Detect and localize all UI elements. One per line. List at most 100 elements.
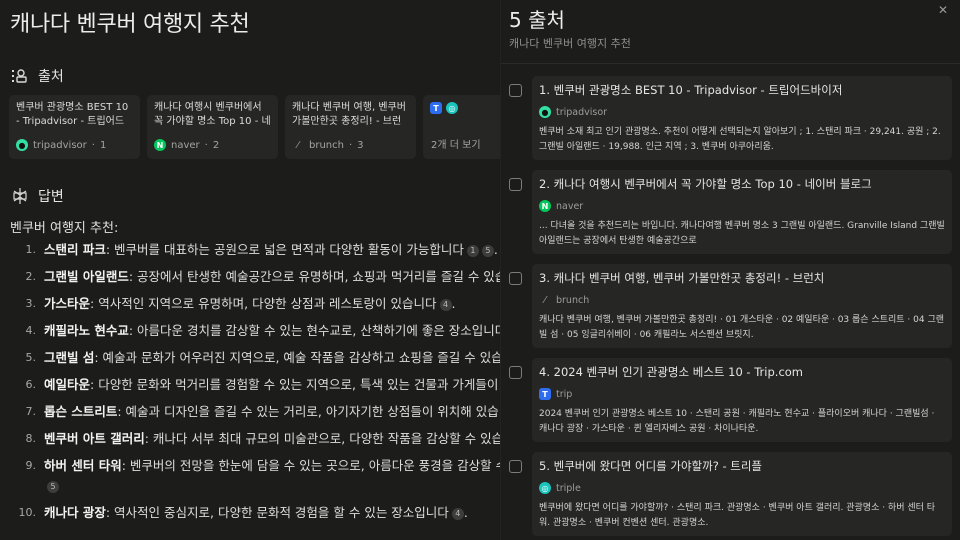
source-card[interactable]: 캐나다 벤쿠버 여행, 벤쿠버 가볼만한곳 총정리! - 브런치 ⁄ brunch… xyxy=(285,95,416,159)
list-item-body: 가스타운: 역사적인 지역으로 유명하며, 다양한 상점과 레스토랑이 있습니다… xyxy=(44,294,500,314)
tripadvisor-icon: ● xyxy=(16,139,28,151)
result-title[interactable]: 2. 캐나다 여행시 벤쿠버에서 꼭 가야할 명소 Top 10 - 네이버 블… xyxy=(539,176,945,192)
citation-badge[interactable]: 4 xyxy=(451,508,464,520)
tripcom-icon: T xyxy=(539,388,551,400)
list-number: 6. xyxy=(25,378,37,391)
result-row: 5. 벤쿠버에 왔다면 어디를 가야할까? - 트리플 ◎ triple 벤쿠버에 왔… xyxy=(501,452,960,536)
list-item: 6. 예일타운: 다양한 문화와 먹거리를 경험할 수 있는 지역으로, 특색 있… xyxy=(0,375,501,395)
place-description: : 예술과 디자인을 즐길 수 있는 거리로, 아기자기한 상점들이 위치해 있… xyxy=(117,404,500,419)
place-name: 하버 센터 타워 xyxy=(44,458,122,473)
result-site: tripadvisor xyxy=(556,106,608,118)
place-name: 캐나다 광장 xyxy=(44,505,106,520)
sources-heading: 출처 xyxy=(12,66,64,86)
place-description: : 다양한 문화와 먹거리를 경험할 수 있는 지역으로, 특색 있는 건물과 … xyxy=(90,377,500,392)
list-number: 8. xyxy=(25,432,37,445)
place-description: : 역사적인 중심지로, 다양한 문화적 경험을 할 수 있는 장소입니다 xyxy=(105,505,449,520)
place-name: 스탠리 파크 xyxy=(44,242,106,257)
list-item: 3. 가스타운: 역사적인 지역으로 유명하며, 다양한 상점과 레스토랑이 있습… xyxy=(0,294,500,314)
result-title[interactable]: 1. 벤쿠버 관광명소 BEST 10 - Tripadvisor - 트립어드… xyxy=(539,82,945,98)
answer-intro: 벤쿠버 여행지 추천: xyxy=(10,221,119,236)
result-card[interactable]: 4. 2024 벤쿠버 인기 관광명소 베스트 10 - Trip.com Ttr… xyxy=(532,358,952,442)
list-item-body: 캐나다 광장: 역사적인 중심지로, 다양한 문화적 경험을 할 수 있는 장소… xyxy=(44,503,500,523)
source-card-title: 캐나다 벤쿠버 여행, 벤쿠버 가볼만한곳 총정리! - 브런치 xyxy=(292,102,406,127)
list-number: 3. xyxy=(25,297,37,310)
result-source: ⁄ brunch xyxy=(539,294,945,306)
list-item-body: 롭슨 스트리트: 예술과 디자인을 즐길 수 있는 거리로, 아기자기한 상점들… xyxy=(44,402,500,422)
answer-heading: 답변 xyxy=(12,186,64,206)
result-snippet: ... 다녀올 것을 추천드리는 바입니다. 캐나다여행 벤쿠버 명소 3 그랜… xyxy=(539,221,945,246)
place-description: : 예술과 문화가 어우러진 지역으로, 예술 작품을 감상하고 쇼핑을 즐길 … xyxy=(94,350,500,365)
place-name: 그랜빌 아일랜드 xyxy=(44,269,129,284)
list-item: 9. 하버 센터 타워: 벤쿠버의 전망을 한눈에 담을 수 있는 곳으로, 아름… xyxy=(0,456,500,496)
answer-heading-label: 답변 xyxy=(38,189,64,205)
panel-title: 5 출처 xyxy=(509,8,565,32)
answer-logo-icon xyxy=(12,188,28,204)
result-checkbox[interactable] xyxy=(509,84,522,97)
triple-icon: ◎ xyxy=(446,102,458,114)
list-item-body: 예일타운: 다양한 문화와 먹거리를 경험할 수 있는 지역으로, 특색 있는 … xyxy=(44,375,500,395)
list-number: 9. xyxy=(25,459,37,472)
result-checkbox[interactable] xyxy=(509,178,522,191)
result-source: ◎ triple xyxy=(539,482,945,494)
citation-badge[interactable]: 5 xyxy=(47,481,59,493)
result-checkbox[interactable] xyxy=(509,272,522,285)
result-card[interactable]: 2. 캐나다 여행시 벤쿠버에서 꼭 가야할 명소 Top 10 - 네이버 블… xyxy=(532,170,952,254)
result-snippet: 벤쿠버에 왔다면 어디를 가야할까? · 스탠리 파크. 관광명소 · 벤쿠버 … xyxy=(539,503,936,528)
list-item-body: 하버 센터 타워: 벤쿠버의 전망을 한눈에 담을 수 있는 곳으로, 아름다운… xyxy=(44,456,500,496)
source-card-site: tripadvisor xyxy=(33,139,87,151)
result-checkbox[interactable] xyxy=(509,460,522,473)
place-description: : 벤쿠버를 대표하는 공원으로 넓은 면적과 다양한 활동이 가능합니다 xyxy=(105,242,464,257)
naver-icon: N xyxy=(154,139,166,151)
result-site: triple xyxy=(556,482,581,494)
more-sources-label: 2개 더 보기 xyxy=(431,140,481,151)
place-name: 예일타운 xyxy=(44,377,91,392)
triple-icon: ◎ xyxy=(539,482,551,494)
close-icon[interactable]: ✕ xyxy=(938,4,950,16)
panel-divider xyxy=(501,63,960,64)
place-name: 벤쿠버 아트 갤러리 xyxy=(44,431,145,446)
result-card[interactable]: 5. 벤쿠버에 왔다면 어디를 가야할까? - 트리플 ◎ triple 벤쿠버에 왔… xyxy=(532,452,952,536)
result-title[interactable]: 3. 캐나다 벤쿠버 여행, 벤쿠버 가볼만한곳 총정리! - 브런치 xyxy=(539,270,945,286)
list-item-body: 그랜빌 섬: 예술과 문화가 어우러진 지역으로, 예술 작품을 감상하고 쇼핑… xyxy=(44,348,500,368)
list-number: 7. xyxy=(25,405,37,418)
list-item-body: 캐필라노 현수교: 아름다운 경치를 감상할 수 있는 현수교로, 산책하기에 … xyxy=(44,321,500,341)
tripcom-icon: T xyxy=(430,102,442,114)
result-card[interactable]: 3. 캐나다 벤쿠버 여행, 벤쿠버 가볼만한곳 총정리! - 브런치 ⁄ brun… xyxy=(532,264,952,348)
naver-icon: N xyxy=(539,200,551,212)
list-number: 5. xyxy=(25,351,37,364)
source-card[interactable]: 벤쿠버 관광명소 BEST 10 - Tripadvisor - 트립어드바..… xyxy=(9,95,140,159)
citation-badge[interactable]: 4 xyxy=(439,299,452,311)
result-title[interactable]: 5. 벤쿠버에 왔다면 어디를 가야할까? - 트리플 xyxy=(539,458,945,474)
answer-list: 1. 스탠리 파크: 벤쿠버를 대표하는 공원으로 넓은 면적과 다양한 활동이 … xyxy=(0,240,500,530)
result-title[interactable]: 4. 2024 벤쿠버 인기 관광명소 베스트 10 - Trip.com xyxy=(539,364,945,380)
result-row: 1. 벤쿠버 관광명소 BEST 10 - Tripadvisor - 트립어드… xyxy=(501,76,960,160)
list-item-body: 스탠리 파크: 벤쿠버를 대표하는 공원으로 넓은 면적과 다양한 활동이 가능… xyxy=(44,240,500,260)
sources-panel: 5 출처 캐나다 벤쿠버 여행지 추천 ✕ 1. 벤쿠버 관광명소 BEST 1… xyxy=(500,0,960,540)
source-card-title: 캐나다 여행시 벤쿠버에서 꼭 가야할 명소 Top 10 - 네이... xyxy=(154,102,271,127)
citation-badge[interactable]: 5 xyxy=(481,245,494,257)
list-item: 8. 벤쿠버 아트 갤러리: 캐나다 서부 최대 규모의 미술관으로, 다양한 작… xyxy=(0,429,501,449)
place-name: 가스타운 xyxy=(44,296,91,311)
result-site: naver xyxy=(556,200,584,212)
place-description: : 아름다운 경치를 감상할 수 있는 현수교로, 산책하기에 좋은 장소입니다 xyxy=(128,323,500,338)
list-number: 1. xyxy=(25,243,37,256)
more-sources-card[interactable]: T ◎ 2개 더 보기 xyxy=(423,95,500,159)
place-name: 롭슨 스트리트 xyxy=(44,404,118,419)
list-number: 10. xyxy=(18,506,37,519)
result-snippet: 2024 벤쿠버 인기 관광명소 베스트 10 · 스탠리 공원 · 캐필라노 … xyxy=(539,409,935,434)
list-item-body: 벤쿠버 아트 갤러리: 캐나다 서부 최대 규모의 미술관으로, 다양한 작품을… xyxy=(44,429,500,449)
list-item: 4. 캐필라노 현수교: 아름다운 경치를 감상할 수 있는 현수교로, 산책하기… xyxy=(0,321,501,341)
citation-badge[interactable]: 1 xyxy=(466,245,479,257)
sentence-end: . xyxy=(493,242,498,257)
sentence-end: . xyxy=(451,296,456,311)
list-item: 7. 롭슨 스트리트: 예술과 디자인을 즐길 수 있는 거리로, 아기자기한 상… xyxy=(0,402,501,422)
source-card-index: 3 xyxy=(357,139,364,151)
list-item: 10. 캐나다 광장: 역사적인 중심지로, 다양한 문화적 경험을 할 수 있는… xyxy=(0,503,500,523)
source-card[interactable]: 캐나다 여행시 벤쿠버에서 꼭 가야할 명소 Top 10 - 네이... Nn… xyxy=(147,95,278,159)
result-checkbox[interactable] xyxy=(509,366,522,379)
list-item: 1. 스탠리 파크: 벤쿠버를 대표하는 공원으로 넓은 면적과 다양한 활동이 … xyxy=(0,240,500,260)
list-number: 2. xyxy=(25,270,37,283)
result-card[interactable]: 1. 벤쿠버 관광명소 BEST 10 - Tripadvisor - 트립어드… xyxy=(532,76,952,160)
sources-icon xyxy=(12,68,28,84)
source-card-index: 2 xyxy=(212,139,220,151)
